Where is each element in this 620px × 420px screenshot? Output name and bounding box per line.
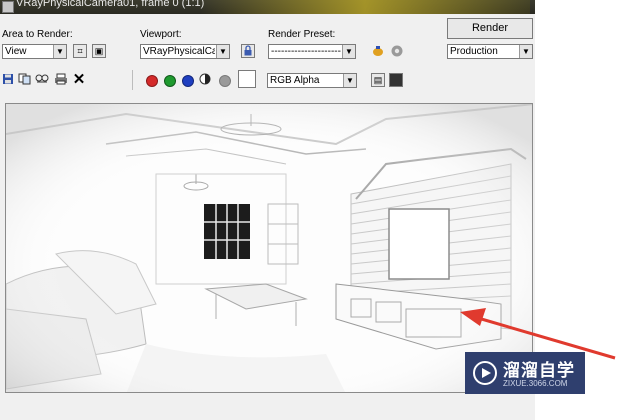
watermark-url: ZIXUE.3066.COM [503, 379, 568, 388]
watermark-badge: 溜溜自学 ZIXUE.3066.COM [465, 352, 585, 394]
play-logo-icon [473, 361, 497, 385]
watermark-name: 溜溜自学 [503, 361, 575, 380]
